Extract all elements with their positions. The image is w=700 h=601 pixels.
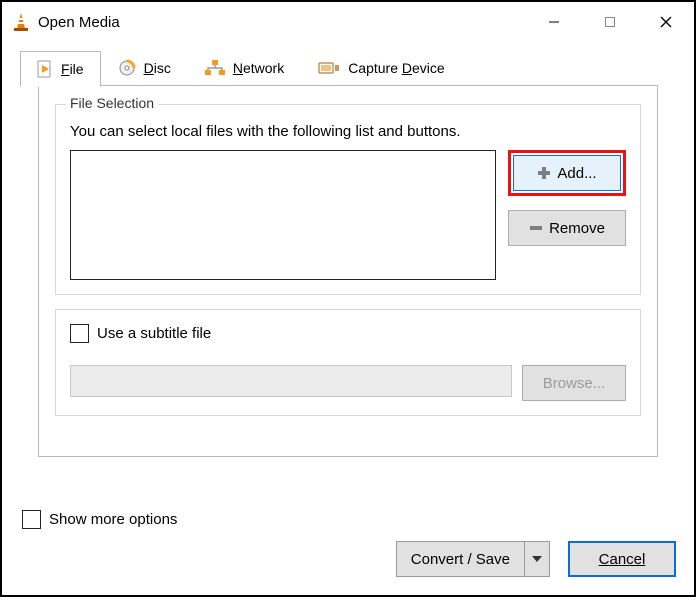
file-list[interactable] xyxy=(70,150,496,280)
add-button-label: Add... xyxy=(557,165,596,182)
convert-save-label: Convert / Save xyxy=(411,551,510,568)
file-selection-legend: File Selection xyxy=(66,95,158,111)
tab-file-label: File xyxy=(61,61,84,77)
tab-capture-device[interactable]: Capture Device xyxy=(301,50,462,86)
file-buttons: Add... Remove xyxy=(508,150,626,246)
window-title: Open Media xyxy=(38,14,526,31)
file-selection-hint: You can select local files with the foll… xyxy=(70,123,626,140)
window-controls xyxy=(526,2,694,42)
file-row: Add... Remove xyxy=(70,150,626,280)
add-button-highlight: Add... xyxy=(508,150,626,196)
add-button[interactable]: Add... xyxy=(513,155,621,191)
show-more-options-checkbox[interactable] xyxy=(22,510,41,529)
minimize-button[interactable] xyxy=(526,2,582,42)
subtitle-group: Use a subtitle file Browse... xyxy=(55,309,641,416)
minus-icon xyxy=(529,221,543,235)
tab-file[interactable]: File xyxy=(20,51,101,87)
tab-disc-label: Disc xyxy=(144,60,171,76)
subtitle-checkbox[interactable] xyxy=(70,324,89,343)
subtitle-checkbox-label: Use a subtitle file xyxy=(97,325,211,342)
file-selection-group: File Selection You can select local file… xyxy=(55,104,641,295)
cancel-button-label: Cancel xyxy=(599,551,646,568)
tab-content: File Selection You can select local file… xyxy=(38,85,658,457)
remove-button-label: Remove xyxy=(549,220,605,237)
network-icon xyxy=(205,60,225,76)
subtitle-row: Browse... xyxy=(70,365,626,401)
show-more-options-row: Show more options xyxy=(22,510,177,529)
tab-network-label: Network xyxy=(233,60,284,76)
tab-disc[interactable]: Disc xyxy=(101,50,188,86)
subtitle-browse-button: Browse... xyxy=(522,365,626,401)
remove-button[interactable]: Remove xyxy=(508,210,626,246)
tabs: File Disc Network Capture Device xyxy=(20,50,676,86)
convert-save-dropdown[interactable] xyxy=(525,541,550,577)
vlc-cone-icon xyxy=(12,12,30,32)
chevron-down-icon xyxy=(532,556,542,562)
tab-network[interactable]: Network xyxy=(188,50,301,86)
plus-icon xyxy=(537,166,551,180)
convert-save-button[interactable]: Convert / Save xyxy=(396,541,550,577)
subtitle-browse-label: Browse... xyxy=(543,375,606,392)
subtitle-checkbox-row[interactable]: Use a subtitle file xyxy=(70,324,626,343)
file-play-icon xyxy=(37,60,53,78)
footer: Convert / Save Cancel xyxy=(396,541,676,577)
open-media-window: Open Media File xyxy=(0,0,696,597)
convert-save-main[interactable]: Convert / Save xyxy=(396,541,525,577)
titlebar: Open Media xyxy=(2,2,694,42)
capture-device-icon xyxy=(318,60,340,76)
close-button[interactable] xyxy=(638,2,694,42)
maximize-button[interactable] xyxy=(582,2,638,42)
cancel-button[interactable]: Cancel xyxy=(568,541,676,577)
tab-capture-label: Capture Device xyxy=(348,60,445,76)
tabs-container: File Disc Network Capture Device xyxy=(2,42,694,458)
subtitle-path-input xyxy=(70,365,512,397)
show-more-options[interactable]: Show more options xyxy=(22,510,177,529)
disc-icon xyxy=(118,59,136,77)
show-more-options-label: Show more options xyxy=(49,511,177,528)
